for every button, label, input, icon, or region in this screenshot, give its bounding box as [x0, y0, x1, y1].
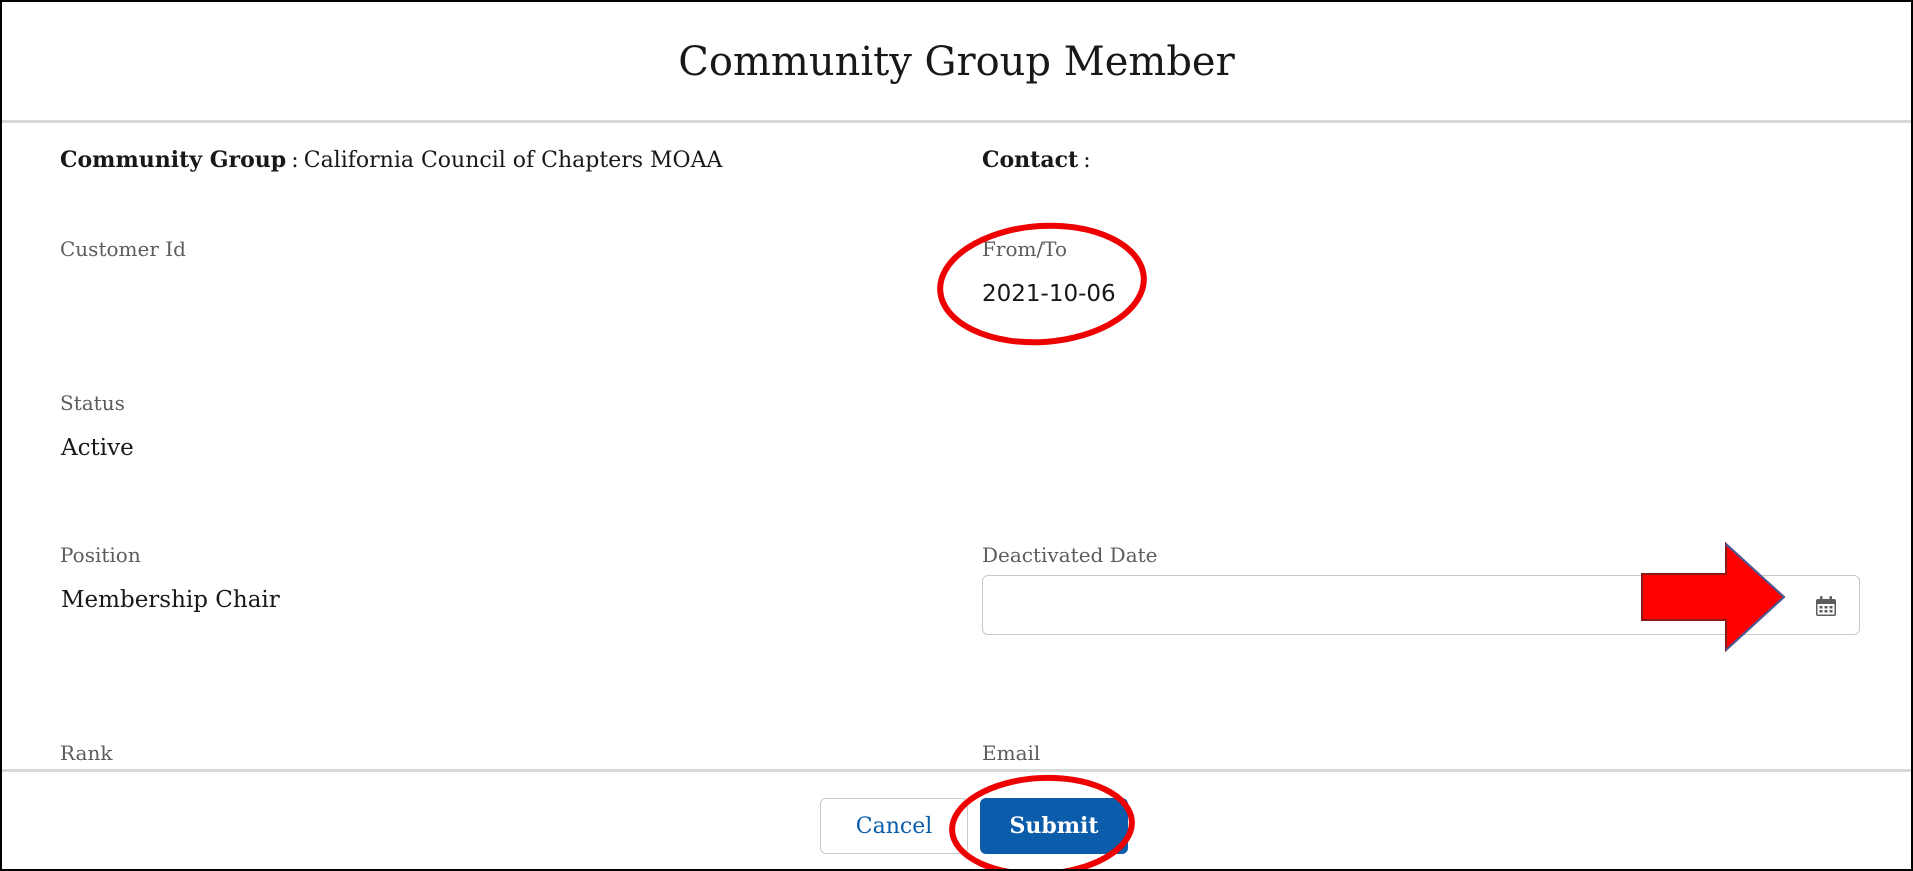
screenshot-frame: Community Group Member Community Group :… [0, 0, 1913, 871]
modal-title: Community Group Member [678, 39, 1235, 85]
submit-button[interactable]: Submit [980, 798, 1128, 854]
rank-field: Rank [60, 741, 112, 765]
email-field: Email [982, 741, 1040, 765]
community-group-label: Community Group [60, 147, 287, 173]
community-group-value: California Council of Chapters MOAA [303, 148, 723, 173]
calendar-icon[interactable] [1815, 595, 1837, 617]
community-group-separator: : [291, 148, 299, 173]
from-to-label: From/To [982, 237, 1068, 261]
position-value: Membership Chair [61, 587, 280, 613]
from-to-field: From/To 2021-10-06 [982, 237, 1116, 307]
cancel-button[interactable]: Cancel [820, 798, 968, 854]
email-label: Email [982, 741, 1041, 765]
status-label: Status [60, 391, 125, 415]
position-label: Position [60, 543, 141, 567]
status-value: Active [61, 435, 134, 461]
rank-label: Rank [60, 741, 113, 765]
contact-field: Contact : [982, 147, 1091, 173]
community-group-field: Community Group : California Council of … [60, 147, 722, 173]
deactivated-date-input-wrapper[interactable] [982, 575, 1860, 635]
contact-separator: : [1083, 148, 1091, 173]
customer-id-field: Customer Id [60, 237, 186, 285]
status-field: Status Active [60, 391, 134, 461]
deactivated-date-label: Deactivated Date [982, 543, 1158, 567]
modal-header: Community Group Member [2, 2, 1911, 123]
modal-body: Community Group : California Council of … [2, 123, 1911, 769]
position-field: Position Membership Chair [60, 543, 280, 613]
deactivated-date-input[interactable] [983, 576, 1783, 634]
from-to-value: 2021-10-06 [982, 281, 1116, 307]
contact-label: Contact [982, 147, 1079, 173]
modal-footer: Cancel Submit [2, 769, 1911, 869]
deactivated-date-field: Deactivated Date [982, 543, 1158, 567]
customer-id-label: Customer Id [60, 237, 186, 261]
